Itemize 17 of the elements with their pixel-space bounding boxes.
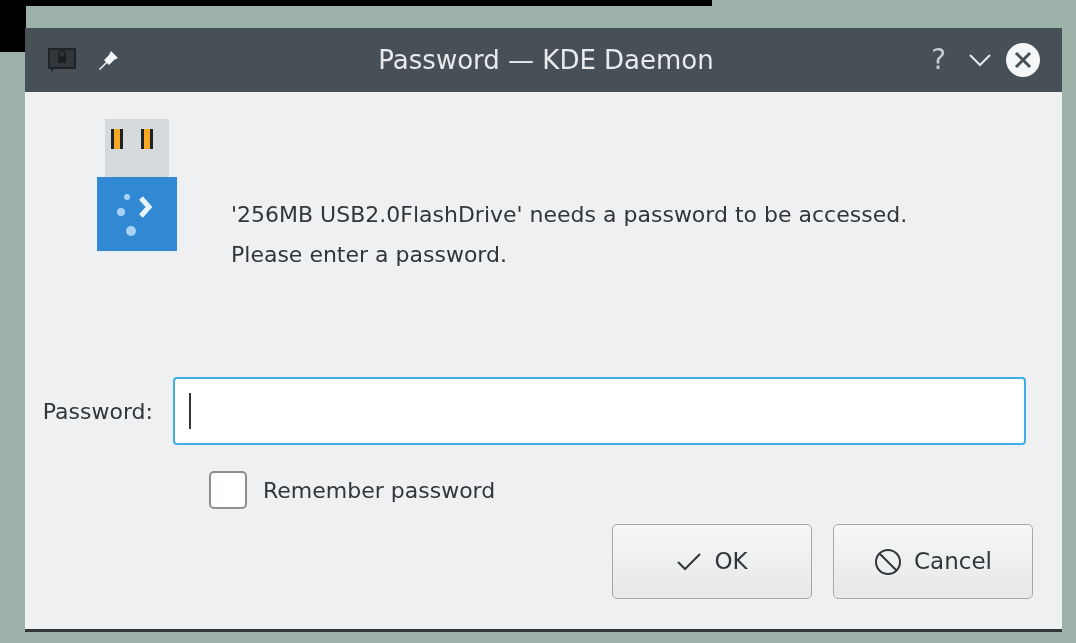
chevron-down-icon[interactable]: [968, 52, 992, 68]
close-icon[interactable]: [1006, 43, 1040, 77]
message-text: Please enter a password.: [231, 241, 508, 269]
checkbox[interactable]: [209, 471, 247, 509]
checkmark-icon: [676, 551, 703, 572]
password-field[interactable]: [173, 377, 1026, 445]
ok-button[interactable]: OK: [612, 524, 812, 599]
pin-icon[interactable]: [97, 48, 121, 72]
message-text: '256MB USB2.0FlashDrive' needs a password to be accessed.: [231, 201, 908, 229]
cancel-button[interactable]: Cancel: [833, 524, 1033, 599]
help-button[interactable]: ?: [931, 39, 946, 81]
window-title: Password — KDE Daemon: [377, 43, 715, 77]
text-cursor: [189, 393, 191, 429]
cancel-icon: [874, 547, 903, 576]
usb-drive-icon: [97, 119, 177, 251]
password-label: Password:: [41, 397, 154, 426]
checkbox-label: Remember password: [263, 476, 496, 505]
